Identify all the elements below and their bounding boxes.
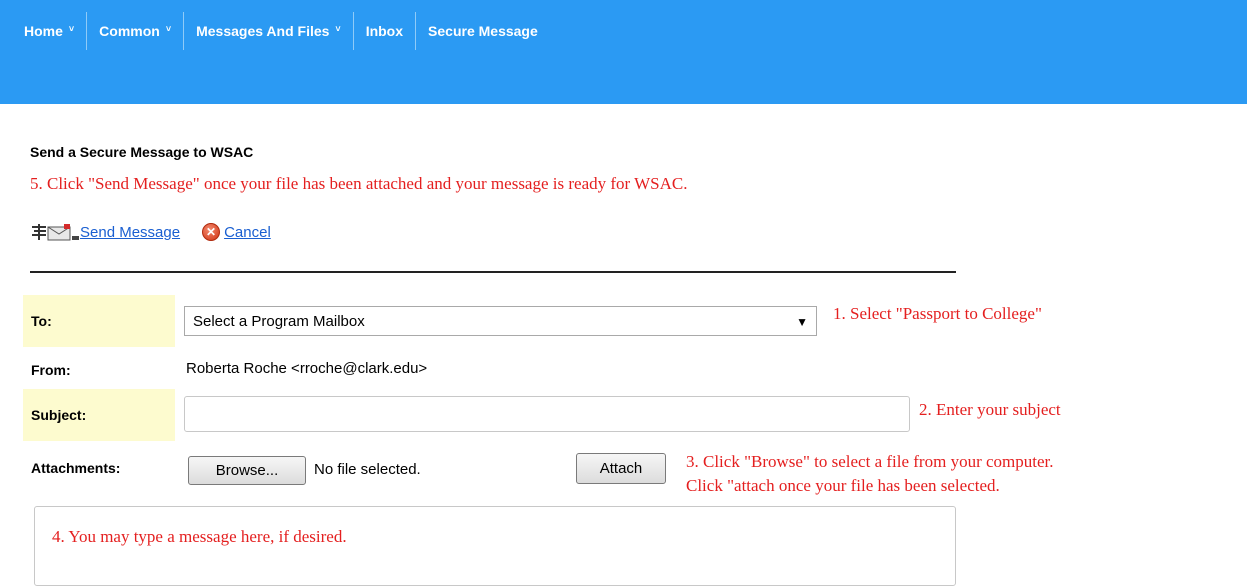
dropdown-arrow-icon: ▼: [796, 315, 808, 329]
from-label-cell: From:: [23, 355, 175, 385]
send-message-link[interactable]: Send Message: [80, 224, 180, 241]
send-message-icon[interactable]: [30, 222, 80, 242]
message-actions: Send Message ✕ Cancel: [30, 222, 271, 242]
nav-common-label: Common: [99, 23, 160, 39]
from-label: From:: [31, 362, 71, 378]
attach-button[interactable]: Attach: [576, 453, 666, 484]
nav-inbox-label: Inbox: [365, 23, 404, 39]
program-mailbox-select[interactable]: Select a Program Mailbox ▼: [184, 306, 817, 336]
main-nav: Home ˅ Common ˅ Messages And Files ˅ Inb…: [14, 12, 550, 50]
attachments-label: Attachments:: [31, 460, 121, 476]
instruction-step-4: 4. You may type a message here, if desir…: [52, 527, 347, 546]
nav-home-label: Home: [24, 23, 63, 39]
nav-inbox[interactable]: Inbox: [354, 12, 417, 50]
from-value: Roberta Roche <rroche@clark.edu>: [186, 360, 428, 377]
file-status: No file selected.: [314, 461, 421, 478]
top-navigation-bar: Home ˅ Common ˅ Messages And Files ˅ Inb…: [0, 0, 1247, 104]
cancel-icon[interactable]: ✕: [202, 223, 221, 241]
subject-label: Subject:: [31, 407, 87, 423]
nav-messages-label: Messages And Files: [196, 23, 330, 39]
browse-button[interactable]: Browse...: [188, 456, 306, 485]
to-label-cell: To:: [23, 295, 175, 347]
attachments-label-cell: Attachments:: [23, 453, 175, 483]
cancel-link[interactable]: Cancel: [224, 224, 271, 241]
nav-secure-message[interactable]: Secure Message: [416, 12, 550, 50]
instruction-step-3-line-2: Click "attach once your file has been se…: [686, 476, 1000, 495]
instruction-step-5: 5. Click "Send Message" once your file h…: [30, 174, 688, 193]
chevron-down-icon: ˅: [165, 24, 172, 34]
nav-home[interactable]: Home ˅: [14, 12, 88, 50]
chevron-down-icon: ˅: [68, 24, 75, 34]
chevron-down-icon: ˅: [335, 24, 341, 34]
divider: [30, 271, 956, 273]
subject-label-cell: Subject:: [23, 389, 175, 441]
nav-common[interactable]: Common ˅: [87, 12, 185, 50]
message-body-textarea[interactable]: 4. You may type a message here, if desir…: [34, 506, 956, 586]
nav-messages-and-files[interactable]: Messages And Files ˅: [184, 12, 354, 50]
nav-secure-message-label: Secure Message: [428, 23, 538, 39]
subject-input[interactable]: [184, 396, 910, 432]
to-label: To:: [31, 313, 52, 329]
instruction-step-1: 1. Select "Passport to College": [833, 304, 1042, 323]
instruction-step-2: 2. Enter your subject: [919, 400, 1061, 419]
program-mailbox-value: Select a Program Mailbox: [193, 312, 365, 330]
instruction-step-3-line-1: 3. Click "Browse" to select a file from …: [686, 452, 1054, 471]
page-title: Send a Secure Message to WSAC: [30, 144, 254, 160]
